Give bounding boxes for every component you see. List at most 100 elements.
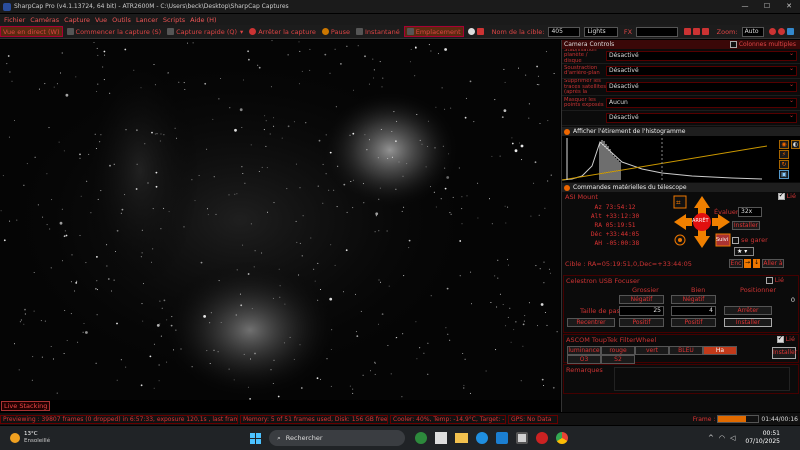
focuser-linked-checkbox[interactable]	[765, 276, 773, 284]
focuser-positive-coarse-button[interactable]: Positif	[619, 318, 664, 327]
wand-icon[interactable]	[787, 28, 794, 35]
reset-icon[interactable]: ↻	[779, 160, 789, 169]
color-icon[interactable]	[769, 28, 776, 35]
app-icon-green[interactable]	[415, 432, 428, 444]
linked-checkbox[interactable]	[777, 191, 785, 200]
star	[525, 74, 527, 76]
fx-select[interactable]	[636, 26, 678, 37]
histogram-header[interactable]: Afficher l'étirement de l'histogramme	[562, 127, 800, 136]
minimize-icon[interactable]: —	[734, 0, 756, 13]
filterwheel-linked[interactable]: Lié	[776, 334, 795, 343]
park-checkbox[interactable]	[732, 236, 739, 244]
live-view-button[interactable]: Vue en direct (W)	[0, 26, 63, 37]
sun-icon[interactable]	[10, 433, 20, 443]
multi-columns-toggle[interactable]: Colonnes multiples	[729, 41, 796, 48]
histogram-tool-icon[interactable]: ◉	[779, 140, 789, 149]
windows-start-icon[interactable]	[250, 432, 262, 444]
sharpcap-taskbar-icon[interactable]	[516, 432, 529, 444]
arrow-right-icon[interactable]: →	[744, 259, 751, 268]
step-fine-input[interactable]: 4	[671, 306, 716, 316]
contrast-icon[interactable]: ◐	[791, 140, 800, 149]
filter-button[interactable]: luminance	[567, 346, 601, 355]
snapshot-button[interactable]: Instantané	[354, 26, 402, 37]
edge-icon[interactable]	[476, 432, 489, 444]
collapse-icon[interactable]	[564, 184, 570, 191]
stop-capture-button[interactable]: Arrêter la capture	[247, 26, 318, 37]
focuser-negative-fine-button[interactable]: Négatif	[671, 295, 716, 304]
menu-capture[interactable]: Capture	[64, 16, 90, 24]
crop-icon[interactable]	[683, 28, 691, 35]
clock[interactable]: 00:51 07/10/2025	[745, 430, 780, 446]
start-capture-button[interactable]: Commencer la capture (S)	[65, 26, 164, 37]
menu-cameras[interactable]: Caméras	[30, 16, 59, 24]
menu-fichier[interactable]: Fichier	[4, 16, 25, 24]
quick-capture-button[interactable]: Capture rapide (Q) ▾	[165, 26, 245, 37]
telescope-header[interactable]: Commandes matérielles du télescope	[562, 183, 800, 192]
filter-button[interactable]: S2	[601, 355, 635, 364]
task-view-icon[interactable]	[435, 432, 448, 444]
rate-select[interactable]: 32x	[738, 207, 762, 217]
menu-outils[interactable]: Outils	[112, 16, 131, 24]
nebula-image	[0, 40, 558, 400]
file-explorer-icon[interactable]	[455, 433, 469, 443]
framing-button[interactable]: Emplacement	[403, 26, 464, 37]
mount-install-button[interactable]: Installer	[732, 221, 760, 230]
notes-textarea[interactable]	[614, 367, 790, 391]
collapse-icon[interactable]	[564, 128, 570, 135]
control-select[interactable]: Désactivé	[606, 81, 797, 92]
control-select[interactable]: Désactivé	[606, 50, 797, 61]
record-toggle[interactable]	[466, 26, 488, 37]
save-icon[interactable]: ▣	[779, 170, 789, 179]
filter-button[interactable]: rouge	[601, 346, 635, 355]
menu-aide[interactable]: Aide (H)	[190, 16, 216, 24]
frame-type-select[interactable]: Lights	[584, 26, 618, 37]
menu-scripts[interactable]: Scripts	[163, 16, 185, 24]
focuser-positive-fine-button[interactable]: Positif	[671, 318, 716, 327]
search-box[interactable]: ⌕ Rechercher	[269, 430, 406, 446]
menu-lancer[interactable]: Lancer	[136, 16, 158, 24]
filter-button[interactable]: vert	[635, 346, 669, 355]
live-image-view[interactable]	[0, 40, 560, 400]
chevron-up-icon[interactable]: ^	[708, 434, 714, 442]
focuser-negative-coarse-button[interactable]: Négatif	[619, 295, 664, 304]
zoom-select[interactable]: Auto	[741, 26, 764, 37]
step-coarse-input[interactable]: 25	[619, 306, 664, 316]
target-icon[interactable]	[778, 28, 785, 35]
park-toggle[interactable]: se garer	[732, 236, 768, 244]
weather-widget[interactable]: 13°C Ensoleillé	[24, 431, 50, 445]
recenter-button[interactable]: Recentrer	[567, 318, 615, 327]
reticle-icon[interactable]	[701, 28, 709, 35]
arrow-down-icon[interactable]: ↓	[753, 259, 760, 268]
camera-controls-header[interactable]: Camera Controls Colonnes multiples	[562, 40, 800, 49]
close-icon[interactable]: ✕	[778, 0, 800, 13]
control-select[interactable]: Désactivé	[606, 112, 797, 123]
pause-button[interactable]: Pause	[320, 26, 352, 37]
target-name-input[interactable]: 405	[548, 26, 581, 37]
filter-button-active[interactable]: Ha	[703, 346, 737, 355]
enc-button[interactable]: Enc	[729, 259, 743, 268]
control-select[interactable]: Désactivé	[606, 65, 797, 76]
histogram-tool-icon[interactable]: ⚡	[779, 150, 789, 159]
star-select[interactable]: ★ ▾	[734, 247, 754, 256]
histogram-area[interactable]: ◉ ⚡ ↻ ▣ ◐	[562, 136, 800, 182]
chrome-icon[interactable]	[556, 432, 569, 444]
live-stacking-button[interactable]: Live Stacking	[1, 401, 51, 411]
filter-button[interactable]: BLEU	[669, 346, 703, 355]
focuser-install-button[interactable]: Installer	[724, 318, 772, 327]
wifi-icon[interactable]: ◠	[719, 434, 725, 442]
menu-vue[interactable]: Vue	[95, 16, 107, 24]
goto-button[interactable]: Aller à	[762, 259, 784, 268]
grid-icon[interactable]	[692, 28, 700, 35]
focuser-stop-button[interactable]: Arrêter	[724, 306, 772, 315]
volume-icon[interactable]: ◁	[730, 434, 735, 442]
multi-columns-checkbox[interactable]	[729, 41, 737, 48]
filterwheel-install-button[interactable]: Installer	[772, 347, 797, 359]
mount-linked[interactable]: Lié	[777, 191, 796, 200]
app-icon-blue[interactable]	[496, 432, 509, 444]
control-select[interactable]: Aucun	[606, 97, 797, 108]
app-icon-red[interactable]	[536, 432, 549, 444]
maximize-icon[interactable]: ☐	[756, 0, 778, 13]
filter-button[interactable]: O3	[567, 355, 601, 364]
focuser-linked[interactable]: Lié	[765, 276, 784, 284]
filterwheel-linked-checkbox[interactable]	[776, 334, 784, 343]
